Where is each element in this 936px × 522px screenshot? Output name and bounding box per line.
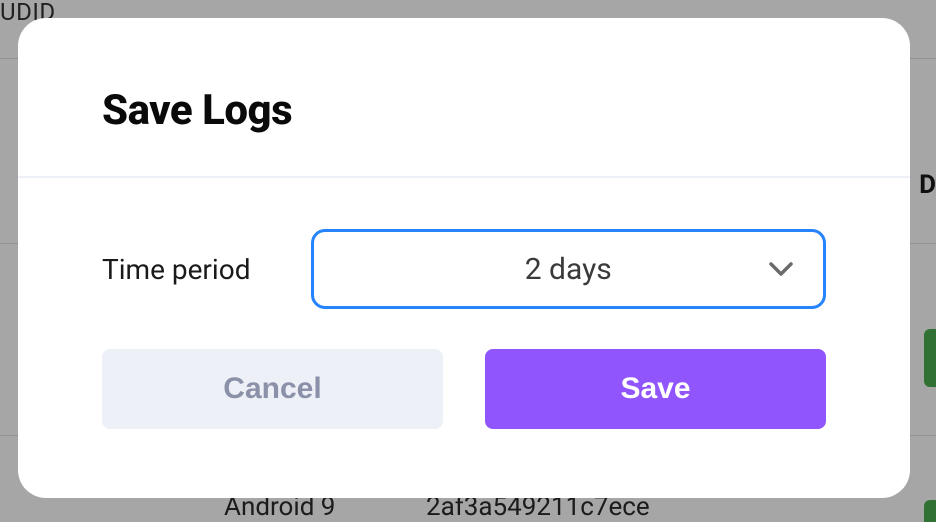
time-period-select[interactable]: 2 days [311, 229, 827, 309]
save-logs-modal: Save Logs Time period 2 days Cancel Save [18, 18, 910, 498]
modal-title: Save Logs [102, 86, 910, 135]
time-period-row: Time period 2 days [102, 229, 826, 309]
cancel-button[interactable]: Cancel [102, 349, 443, 429]
save-button[interactable]: Save [485, 349, 826, 429]
time-period-label: Time period [102, 253, 251, 286]
modal-divider [18, 176, 910, 178]
time-period-value: 2 days [525, 252, 612, 287]
chevron-down-icon [769, 257, 793, 281]
modal-header: Save Logs [18, 18, 910, 135]
modal-body: Time period 2 days [18, 135, 910, 309]
modal-actions: Cancel Save [18, 349, 910, 429]
